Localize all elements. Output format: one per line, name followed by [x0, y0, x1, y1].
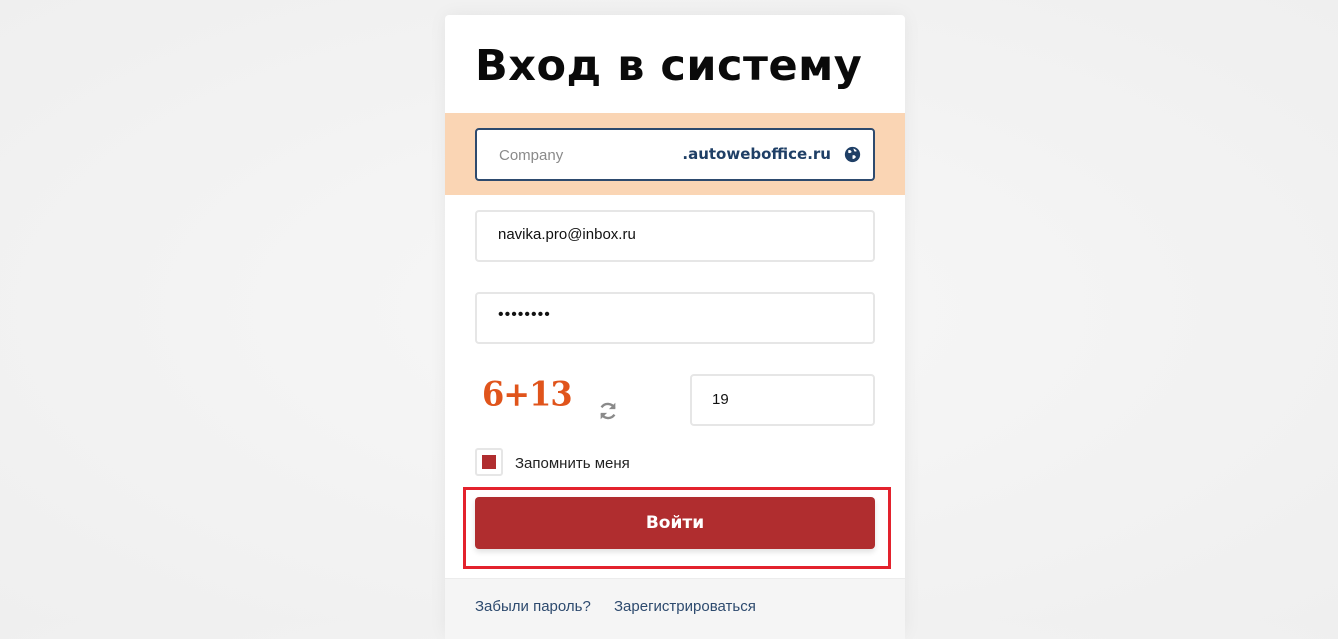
password-value: ••••••••	[498, 306, 551, 323]
email-field[interactable]: navika.pro@inbox.ru	[475, 210, 875, 262]
company-field[interactable]: .autoweboffice.ru	[475, 128, 875, 181]
globe-icon	[844, 146, 861, 163]
forgot-password-link[interactable]: Забыли пароль?	[475, 598, 591, 615]
card-footer: Забыли пароль? Зарегистрироваться	[445, 578, 905, 639]
remember-label[interactable]: Запомнить меня	[515, 455, 630, 472]
company-band: .autoweboffice.ru	[445, 113, 905, 195]
register-link[interactable]: Зарегистрироваться	[614, 598, 756, 615]
remember-checkbox[interactable]	[475, 448, 503, 476]
captcha-image: 6+13	[482, 374, 573, 414]
company-input[interactable]	[497, 142, 681, 168]
checkbox-checked-mark	[482, 455, 496, 469]
refresh-icon[interactable]	[597, 400, 619, 422]
domain-suffix: .autoweboffice.ru	[682, 145, 831, 163]
captcha-answer-field[interactable]: 19	[690, 374, 875, 426]
captcha-answer-value: 19	[712, 391, 729, 408]
login-button-highlight	[463, 487, 891, 569]
email-value: navika.pro@inbox.ru	[498, 226, 636, 243]
password-field[interactable]: ••••••••	[475, 292, 875, 344]
page-title: Вход в систему	[475, 41, 863, 91]
